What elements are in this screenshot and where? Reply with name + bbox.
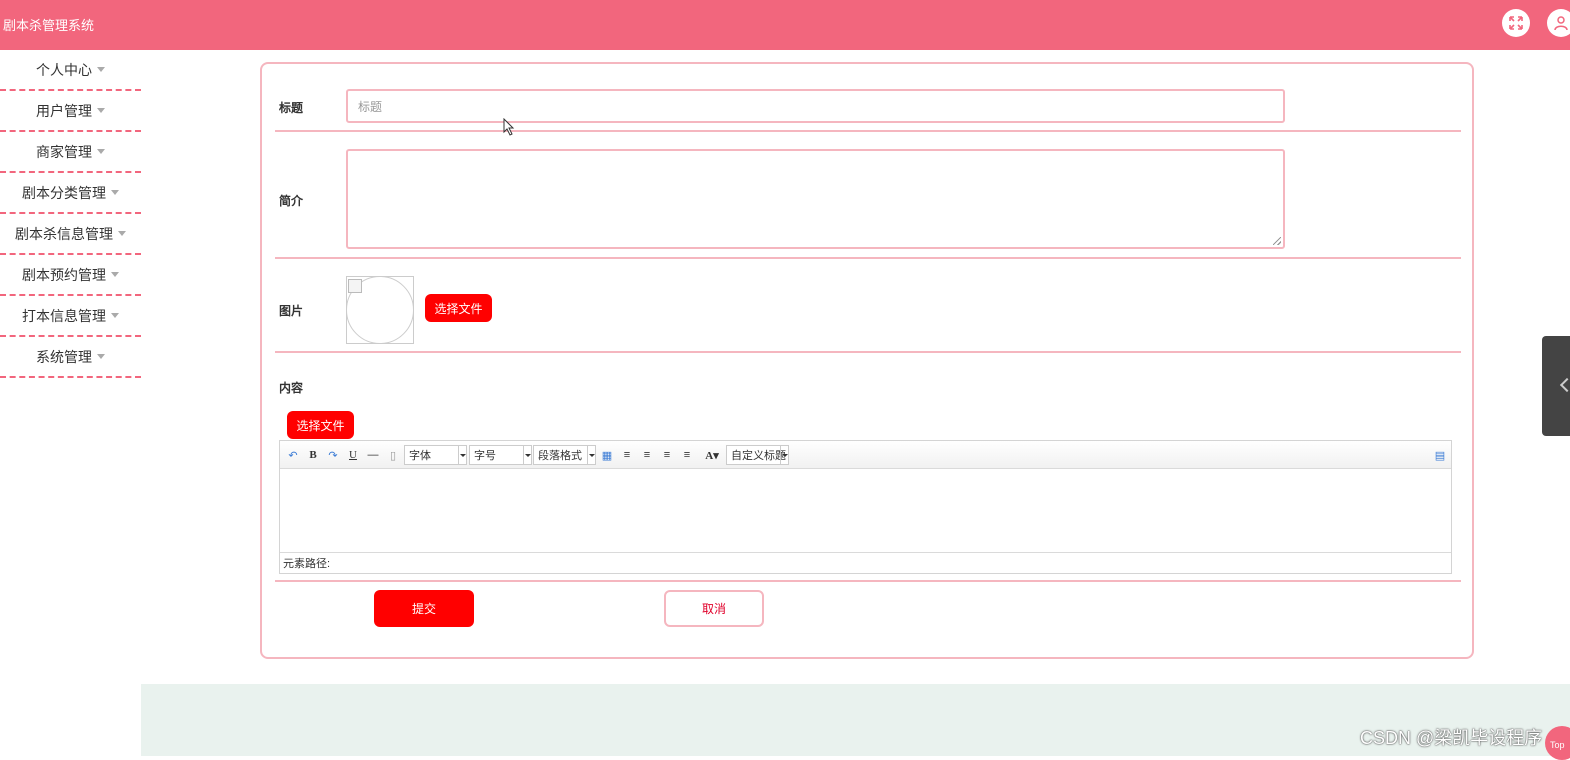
font-size-select-label: 字号 [474,450,496,462]
fullscreen-editor-icon[interactable]: ▤ [1433,447,1447,463]
underline-icon[interactable]: U [346,447,360,463]
sidebar-item-label: 用户管理 [36,102,92,119]
align-left-icon[interactable]: ≡ [620,447,634,463]
resize-grip-icon[interactable] [1273,237,1281,245]
footer [141,684,1570,756]
caret-down-icon [97,67,105,72]
submit-button[interactable]: 提交 [374,590,474,627]
watermark: CSDN @梁凯毕设程序 [1360,728,1543,748]
sidebar-item-label: 剧本杀信息管理 [15,225,113,242]
rich-text-editor: ↶ B ↷ U — ▯ 字体 字号 段落格式 ▦ ≡ ≡ ≡ ≡ A▾ 自定义标… [279,440,1452,574]
fullscreen-icon [1509,16,1523,30]
sidebar-item-label: 剧本分类管理 [22,184,106,201]
back-to-top-label: Top [1550,740,1565,750]
image-label: 图片 [279,304,304,318]
content-upload-label: 选择文件 [296,418,345,433]
top-header: 剧本杀管理系统 [0,0,1570,50]
submit-label: 提交 [411,602,436,616]
caret-down-icon [111,272,119,277]
sidebar-item-script-category[interactable]: 剧本分类管理 [0,173,141,214]
paragraph-select-label: 段落格式 [538,450,582,462]
custom-title-select[interactable]: 自定义标题 [726,445,789,465]
user-button[interactable] [1547,9,1570,37]
chevron-down-icon [780,446,788,464]
horizontal-rule-icon[interactable]: — [366,447,380,463]
table-icon[interactable]: ▦ [600,447,614,463]
align-justify-icon[interactable]: ≡ [680,447,694,463]
cancel-button[interactable]: 取消 [664,590,764,627]
page-icon[interactable]: ▯ [386,447,400,463]
image-upload-label: 选择文件 [434,301,483,316]
sidebar-item-script-info[interactable]: 剧本杀信息管理 [0,214,141,255]
sidebar-item-label: 个人中心 [36,61,92,78]
editor-toolbar: ↶ B ↷ U — ▯ 字体 字号 段落格式 ▦ ≡ ≡ ≡ ≡ A▾ 自定义标… [280,441,1451,469]
sidebar-item-script-booking[interactable]: 剧本预约管理 [0,255,141,296]
align-center-icon[interactable]: ≡ [660,447,674,463]
title-label: 标题 [279,101,304,115]
side-drawer-toggle[interactable] [1542,336,1570,436]
sidebar-item-label: 商家管理 [36,143,92,160]
element-path-label: 元素路径: [283,558,331,570]
intro-label: 简介 [279,194,304,208]
chevron-down-icon [587,446,595,464]
cancel-label: 取消 [701,602,726,616]
sidebar-item-personal-center[interactable]: 个人中心 [0,50,141,91]
user-icon [1554,16,1568,31]
caret-down-icon [118,231,126,236]
sidebar: 个人中心 用户管理 商家管理 剧本分类管理 剧本杀信息管理 剧本预约管理 打本信… [0,50,141,378]
caret-down-icon [111,190,119,195]
element-path-bar: 元素路径: [280,552,1451,573]
font-select[interactable]: 字体 [404,445,467,465]
intro-textarea[interactable] [346,149,1285,249]
caret-down-icon [111,313,119,318]
caret-down-icon [97,149,105,154]
chevron-down-icon [523,446,531,464]
chevron-down-icon [458,446,466,464]
title-placeholder: 标题 [358,99,383,114]
sidebar-item-label: 打本信息管理 [22,307,106,324]
divider [275,130,1461,132]
divider [275,351,1461,353]
form-card: 标题 标题 简介 图片 选择文件 内容 选择文件 ↶ B ↷ U — ▯ 字体 … [260,62,1474,659]
sidebar-item-system-management[interactable]: 系统管理 [0,337,141,378]
undo-icon[interactable]: ↶ [286,447,300,463]
align-right-icon[interactable]: ≡ [640,447,654,463]
caret-down-icon [97,108,105,113]
font-select-label: 字体 [409,450,431,462]
sidebar-item-play-info[interactable]: 打本信息管理 [0,296,141,337]
paragraph-select[interactable]: 段落格式 [533,445,596,465]
sidebar-item-user-management[interactable]: 用户管理 [0,91,141,132]
custom-title-select-label: 自定义标题 [731,450,786,462]
mouse-cursor-icon [503,118,515,136]
bold-icon[interactable]: B [306,447,320,463]
sidebar-item-merchant-management[interactable]: 商家管理 [0,132,141,173]
sidebar-item-label: 系统管理 [36,348,92,365]
fullscreen-button[interactable] [1502,9,1530,37]
title-input[interactable]: 标题 [346,89,1285,123]
format-painter-icon[interactable]: ↷ [326,447,340,463]
app-title: 剧本杀管理系统 [3,18,95,33]
image-upload-button[interactable]: 选择文件 [425,294,492,322]
font-color-icon[interactable]: A▾ [700,447,724,463]
broken-image-icon [348,279,362,293]
caret-down-icon [97,354,105,359]
content-upload-button[interactable]: 选择文件 [287,411,354,439]
divider [275,580,1461,582]
sidebar-item-label: 剧本预约管理 [22,266,106,283]
divider [275,257,1461,259]
content-label: 内容 [279,381,304,395]
font-size-select[interactable]: 字号 [469,445,532,465]
